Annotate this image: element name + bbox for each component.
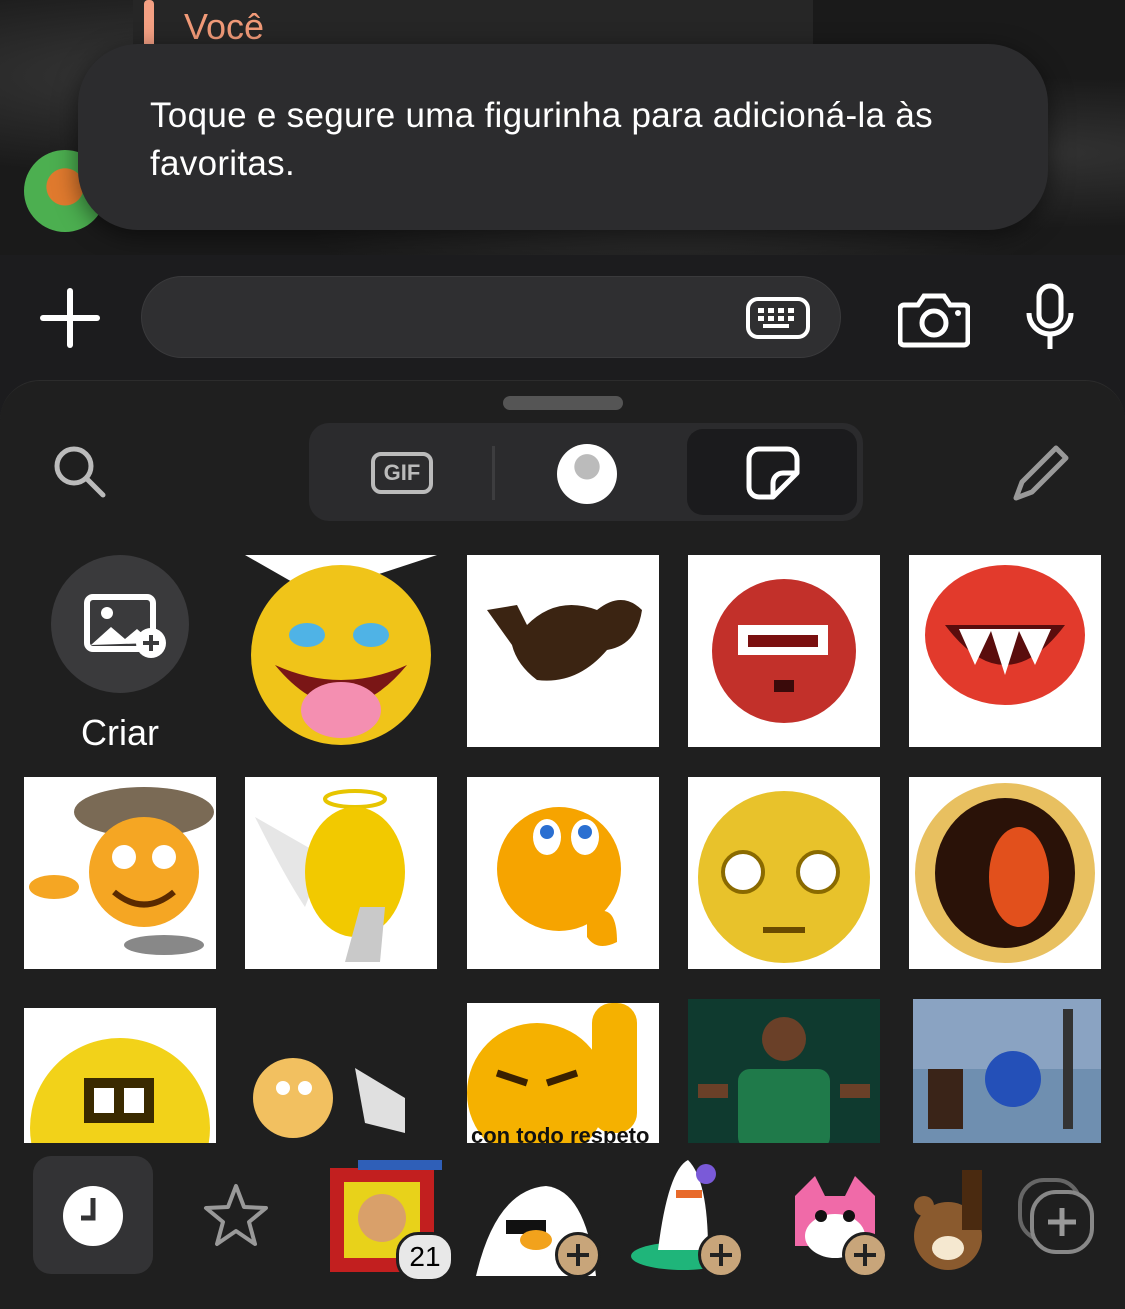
keyboard-icon[interactable] <box>746 297 810 339</box>
sticker-icon[interactable] <box>745 445 801 501</box>
sticker-man-photo[interactable] <box>688 999 880 1143</box>
camera-icon[interactable] <box>898 291 970 349</box>
star-icon[interactable] <box>202 1182 270 1248</box>
microphone-icon[interactable] <box>1024 283 1076 353</box>
tray-pack-bear[interactable] <box>912 1160 988 1281</box>
pencil-icon[interactable] <box>1008 442 1072 506</box>
pack-count-badge: 21 <box>396 1232 454 1282</box>
reply-accent-bar <box>144 0 154 48</box>
sticker-suspicious-smiley[interactable] <box>688 777 880 969</box>
message-input[interactable] <box>141 276 841 358</box>
panel-grabber[interactable] <box>503 396 623 410</box>
tab-avatar[interactable] <box>557 444 617 504</box>
sticker-laughing-tongue[interactable] <box>245 555 437 747</box>
tab-divider <box>492 446 495 500</box>
create-label: Criar <box>81 712 159 753</box>
hint-toast[interactable]: Toque e segure uma figurinha para adicio… <box>78 44 1048 230</box>
sticker-angry-red[interactable] <box>688 555 880 747</box>
create-sticker-button[interactable] <box>51 555 189 693</box>
sticker-pointing-small[interactable] <box>245 1008 437 1143</box>
sticker-brown-blob[interactable] <box>467 555 659 747</box>
add-pack-icon[interactable] <box>1016 1176 1098 1258</box>
add-pack-seagull-button[interactable] <box>555 1232 601 1278</box>
sticker-red-fangs[interactable] <box>909 555 1101 747</box>
sticker-caption: con todo respeto <box>471 1123 650 1143</box>
sticker-thinking-smiley[interactable] <box>467 777 659 969</box>
sticker-pixel-crying[interactable] <box>24 1008 216 1143</box>
sticker-blurred-face[interactable] <box>909 777 1101 969</box>
tray-recent-button[interactable] <box>33 1156 153 1274</box>
add-pack-cat-button[interactable] <box>842 1232 888 1278</box>
sticker-angel-praying[interactable] <box>245 777 437 969</box>
plus-icon[interactable] <box>38 286 102 350</box>
add-pack-bird-button[interactable] <box>698 1232 744 1278</box>
sticker-con-todo-respeto[interactable]: con todo respeto <box>467 1003 659 1143</box>
hint-toast-text: Toque e segure uma figurinha para adicio… <box>150 96 933 183</box>
search-icon[interactable] <box>52 444 108 500</box>
sticker-beggar-smiley[interactable] <box>24 777 216 969</box>
clock-icon <box>63 1186 123 1246</box>
add-image-icon <box>84 594 166 658</box>
tab-gif[interactable]: GIF <box>371 452 433 494</box>
reply-sender-name: Você <box>184 6 265 47</box>
sticker-sonic-bible[interactable] <box>913 999 1101 1143</box>
